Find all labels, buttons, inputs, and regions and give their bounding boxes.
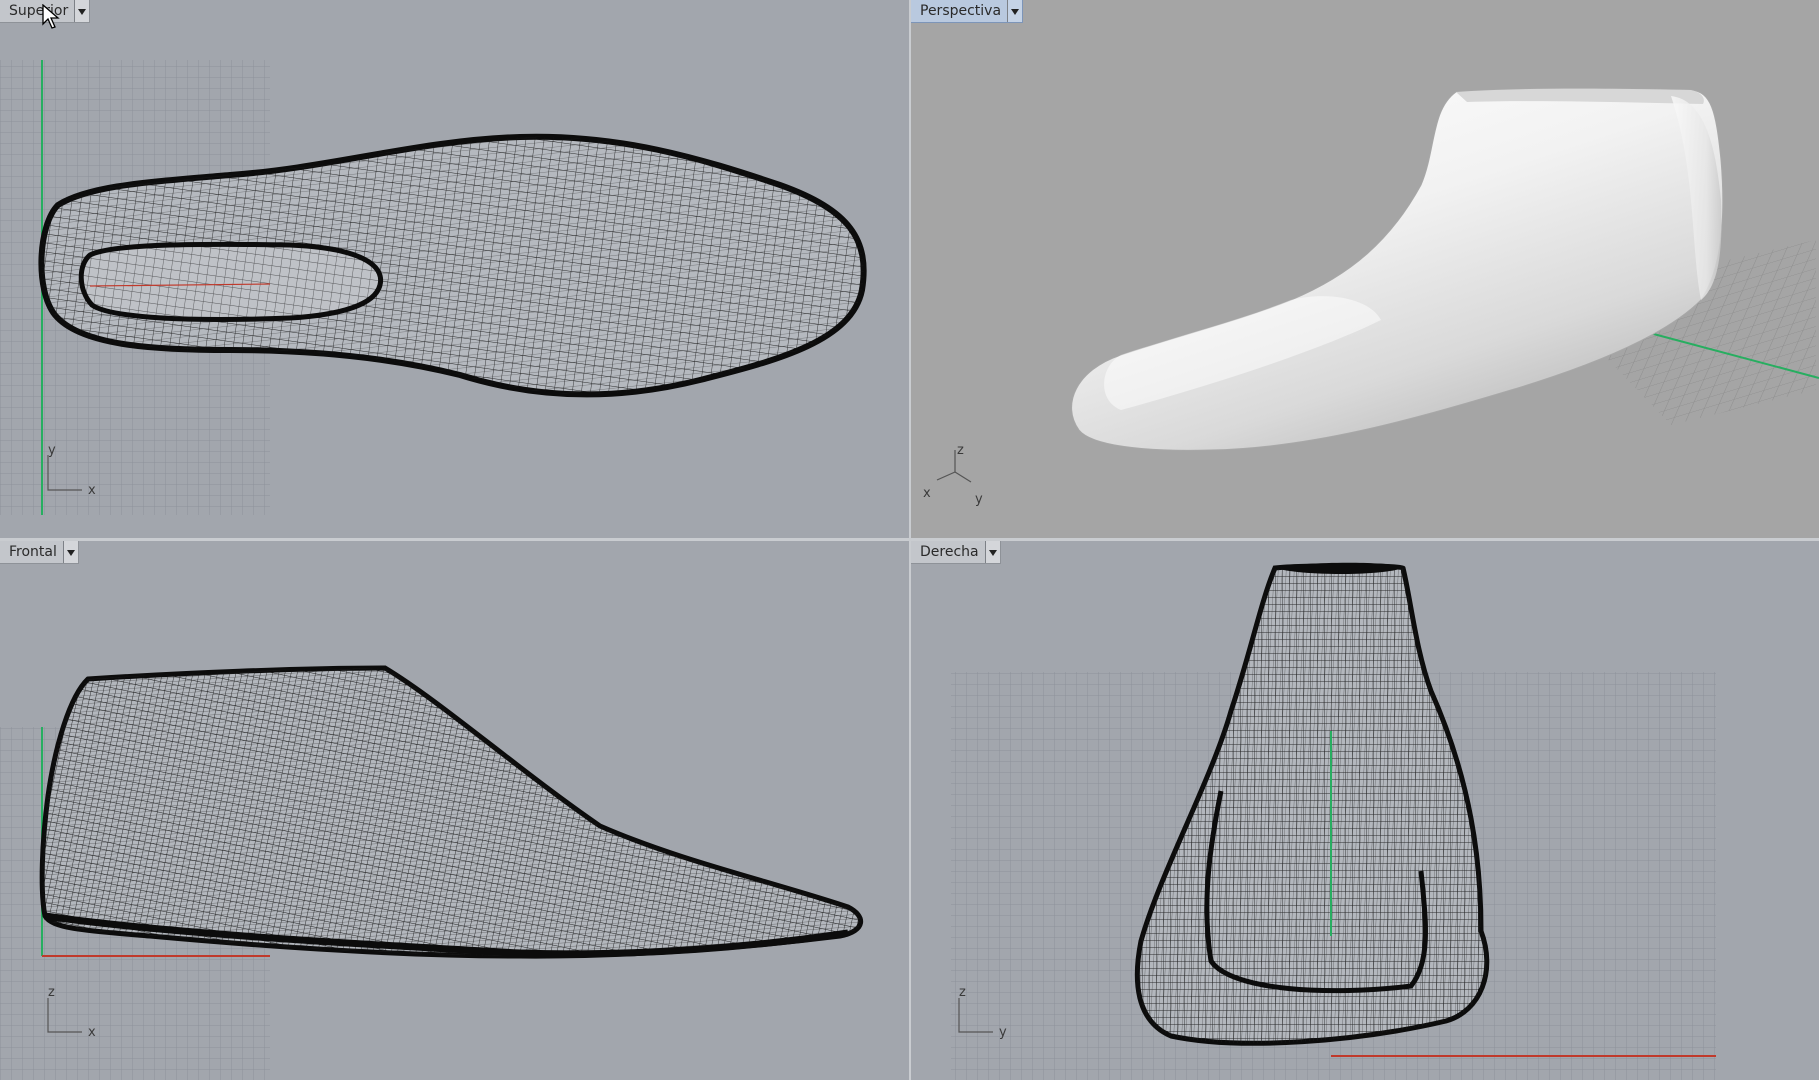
viewport-right[interactable]: z y Derecha bbox=[911, 541, 1819, 1080]
chevron-down-icon[interactable] bbox=[1007, 0, 1023, 22]
axis-label-x: x bbox=[923, 486, 931, 501]
axis-label-y: y bbox=[975, 492, 983, 507]
axis-widget-perspective: z x y bbox=[923, 443, 983, 507]
axis-label-z: z bbox=[959, 985, 966, 1000]
axis-label-y: y bbox=[48, 443, 56, 458]
viewport-tab-frontal[interactable]: Frontal bbox=[0, 541, 79, 564]
viewport-perspective[interactable]: z x y Perspectiva bbox=[911, 0, 1819, 538]
top-view-canvas: y x bbox=[0, 60, 867, 515]
chevron-down-icon[interactable] bbox=[62, 541, 78, 563]
viewport-front[interactable]: z x Frontal bbox=[0, 541, 909, 1080]
front-view-canvas: z x bbox=[0, 665, 863, 1080]
viewport-top[interactable]: y x Superior bbox=[0, 0, 909, 538]
right-view-canvas: z y bbox=[951, 562, 1716, 1080]
axis-label-x: x bbox=[88, 1025, 96, 1040]
perspective-view-canvas: z x y bbox=[923, 88, 1819, 507]
arrow-cursor-icon bbox=[42, 4, 60, 29]
axis-label-z: z bbox=[957, 443, 964, 458]
axis-label-z: z bbox=[48, 985, 55, 1000]
axis-label-y: y bbox=[999, 1025, 1007, 1040]
viewport-title[interactable]: Frontal bbox=[0, 541, 63, 563]
chevron-down-icon[interactable] bbox=[984, 541, 1000, 563]
viewport-tab-perspectiva[interactable]: Perspectiva bbox=[911, 0, 1024, 23]
viewport-tab-derecha[interactable]: Derecha bbox=[911, 541, 1001, 564]
axis-label-x: x bbox=[88, 483, 96, 498]
viewport-title[interactable]: Perspectiva bbox=[911, 0, 1007, 22]
chevron-down-icon[interactable] bbox=[74, 0, 90, 22]
viewport-title[interactable]: Derecha bbox=[911, 541, 985, 563]
viewport-title[interactable]: Superior bbox=[0, 0, 74, 22]
